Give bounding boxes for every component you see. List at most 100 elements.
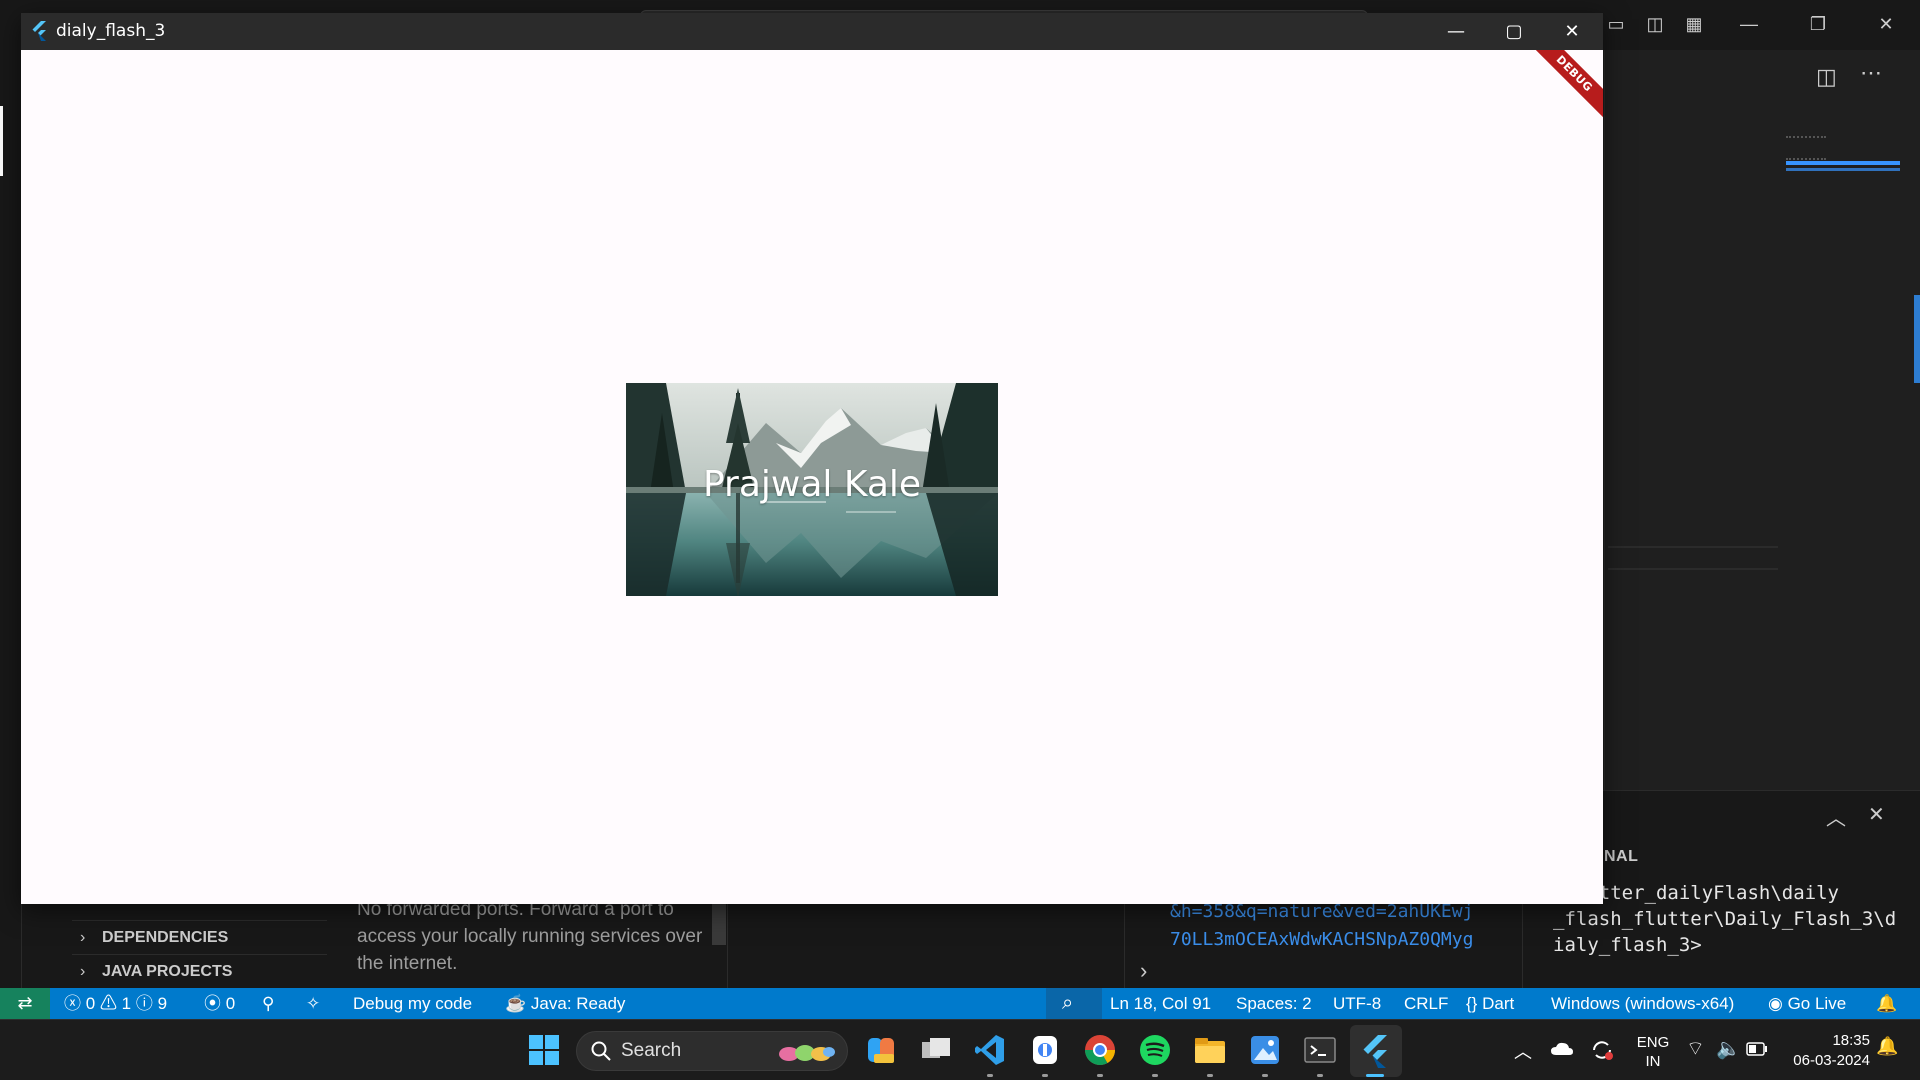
toggle-panel-icon[interactable]: ▭ <box>1604 12 1628 36</box>
wifi-icon[interactable]: ⌔ <box>1686 1036 1705 1061</box>
notifications-bell-icon[interactable]: 🔔 <box>1876 988 1897 1019</box>
volume-icon[interactable]: 🔈 <box>1716 1036 1741 1061</box>
activity-active-indicator <box>0 106 3 176</box>
vscode-icon[interactable] <box>972 1032 1008 1068</box>
ports-count: 0 <box>225 994 236 1013</box>
go-live-button[interactable]: ◉ Go Live <box>1768 988 1846 1019</box>
running-indicator <box>1262 1074 1268 1077</box>
terminal-icon[interactable] <box>1302 1032 1338 1068</box>
windows-start-icon[interactable] <box>528 1034 560 1066</box>
tab-terminal[interactable]: NAL <box>1604 848 1638 866</box>
zoom-indicator[interactable]: ⌕ <box>1046 988 1102 1019</box>
warning-count: 1 <box>121 994 132 1013</box>
spotify-icon[interactable] <box>1137 1032 1173 1068</box>
flutter-app-window: dialy_flash_3 — ▢ ✕ DEBUG Prajwal Kale <box>21 13 1603 904</box>
running-indicator <box>1207 1074 1213 1077</box>
battery-icon[interactable] <box>1746 1042 1768 1056</box>
maximize-icon[interactable]: ▢ <box>1485 13 1543 50</box>
copilot-icon[interactable] <box>864 1032 900 1068</box>
taskbar-search[interactable]: Search <box>576 1031 848 1071</box>
ports-scrollbar[interactable] <box>712 900 726 945</box>
minimize-icon[interactable]: — <box>1737 12 1761 36</box>
show-hidden-icons-icon[interactable]: ︿ <box>1514 1038 1532 1064</box>
more-actions-icon[interactable]: ⋯ <box>1860 60 1882 86</box>
warning-icon: ⚠ <box>99 994 117 1013</box>
task-view-icon[interactable] <box>918 1032 954 1068</box>
chevron-right-icon[interactable]: › <box>1140 958 1147 984</box>
minimap-highlight <box>1786 161 1900 165</box>
coffee-icon: ☕ <box>505 994 527 1013</box>
ports-indicator[interactable]: ⦿ 0 <box>204 988 235 1019</box>
app-titlebar[interactable]: dialy_flash_3 — ▢ ✕ <box>21 13 1603 50</box>
split-editor-icon[interactable]: ◫ <box>1816 64 1837 90</box>
language-mode[interactable]: {} Dart <box>1466 988 1514 1019</box>
braces-icon: {} <box>1466 994 1478 1013</box>
language-indicator[interactable]: ENG IN <box>1635 1033 1671 1071</box>
ports-empty-message: No forwarded ports. Forward a port to ac… <box>357 899 703 974</box>
panel-divider <box>1124 900 1125 988</box>
flutter-app-icon[interactable] <box>1358 1032 1394 1068</box>
minimap-highlight <box>1786 168 1900 171</box>
problems-indicator[interactable]: ⓧ 0 ⚠ 1 ⓘ 9 <box>64 988 167 1019</box>
panel-divider <box>1522 900 1523 988</box>
panel-divider <box>727 900 728 988</box>
output-url-text[interactable]: &h=358&q=nature&ved=2ahUKEwj 70LL3mOCEAx… <box>1170 898 1510 954</box>
indentation[interactable]: Spaces: 2 <box>1236 988 1312 1019</box>
line-ending[interactable]: CRLF <box>1404 988 1448 1019</box>
customize-layout-icon[interactable]: ▦ <box>1682 12 1706 36</box>
java-status[interactable]: ☕ Java: Ready <box>505 988 625 1019</box>
section-java-projects[interactable]: › JAVA PROJECTS <box>72 954 327 988</box>
cursor-position[interactable]: Ln 18, Col 91 <box>1110 988 1211 1019</box>
close-panel-icon[interactable]: ✕ <box>1868 802 1885 827</box>
close-icon[interactable]: ✕ <box>1874 12 1898 36</box>
minimize-icon[interactable]: — <box>1427 13 1485 50</box>
card-title: Prajwal Kale <box>702 464 922 505</box>
chrome-icon[interactable] <box>1082 1032 1118 1068</box>
sync-icon[interactable] <box>1590 1038 1614 1062</box>
photos-icon[interactable] <box>1247 1032 1283 1068</box>
clock[interactable]: 18:35 06-03-2024 <box>1780 1031 1870 1071</box>
debug-icon[interactable]: ⚲ <box>262 988 274 1019</box>
panel-controls: ︿ ✕ <box>1826 802 1896 830</box>
minimap[interactable] <box>1786 136 1826 160</box>
terminal-output[interactable]: \flutter_dailyFlash\daily _flash_flutter… <box>1553 880 1913 958</box>
running-indicator <box>1097 1074 1103 1077</box>
magic-wand-icon[interactable]: ✧ <box>306 988 320 1019</box>
app-content: DEBUG Prajwal Kale <box>21 50 1603 904</box>
restore-icon[interactable]: ❐ <box>1806 12 1830 36</box>
close-icon[interactable]: ✕ <box>1543 13 1601 50</box>
search-icon <box>591 1041 611 1061</box>
notification-bell-icon[interactable]: 🔔 <box>1876 1036 1898 1057</box>
toggle-secondary-sidebar-icon[interactable]: ◫ <box>1643 12 1667 36</box>
activity-bar <box>0 50 22 988</box>
android-studio-icon[interactable] <box>1027 1032 1063 1068</box>
date: 06-03-2024 <box>1793 1052 1870 1069</box>
broadcast-icon: ◉ <box>1768 994 1783 1013</box>
running-indicator <box>1152 1074 1158 1077</box>
file-explorer-icon[interactable] <box>1192 1032 1228 1068</box>
broadcast-icon: ⦿ <box>204 994 221 1013</box>
flutter-logo-icon <box>32 21 46 41</box>
image-card: Prajwal Kale <box>626 383 998 596</box>
device-selector[interactable]: Windows (windows-x64) <box>1551 988 1734 1019</box>
debug-my-code[interactable]: Debug my code <box>353 988 472 1019</box>
language-line1: ENG <box>1636 1034 1670 1051</box>
running-indicator <box>1042 1074 1048 1077</box>
remote-indicator-icon[interactable]: ⇄ <box>0 988 50 1019</box>
encoding[interactable]: UTF-8 <box>1333 988 1381 1019</box>
app-title: dialy_flash_3 <box>56 21 166 41</box>
running-indicator <box>987 1074 993 1077</box>
language-line2: IN <box>1645 1053 1661 1070</box>
section-dependencies[interactable]: › DEPENDENCIES <box>72 920 327 954</box>
editor-scrollbar[interactable] <box>1914 295 1920 383</box>
chevron-right-icon: › <box>80 929 86 946</box>
section-label: JAVA PROJECTS <box>102 963 233 980</box>
error-icon: ⓧ <box>64 994 81 1013</box>
chevron-right-icon: › <box>80 963 86 980</box>
search-highlight-art-icon <box>779 1045 835 1061</box>
maximize-panel-icon[interactable]: ︿ <box>1826 802 1846 831</box>
info-icon: ⓘ <box>135 994 153 1013</box>
onedrive-icon[interactable] <box>1550 1041 1574 1057</box>
editor-actions: ◫ ⋯ <box>1816 60 1896 92</box>
active-app-indicator <box>1366 1074 1384 1077</box>
